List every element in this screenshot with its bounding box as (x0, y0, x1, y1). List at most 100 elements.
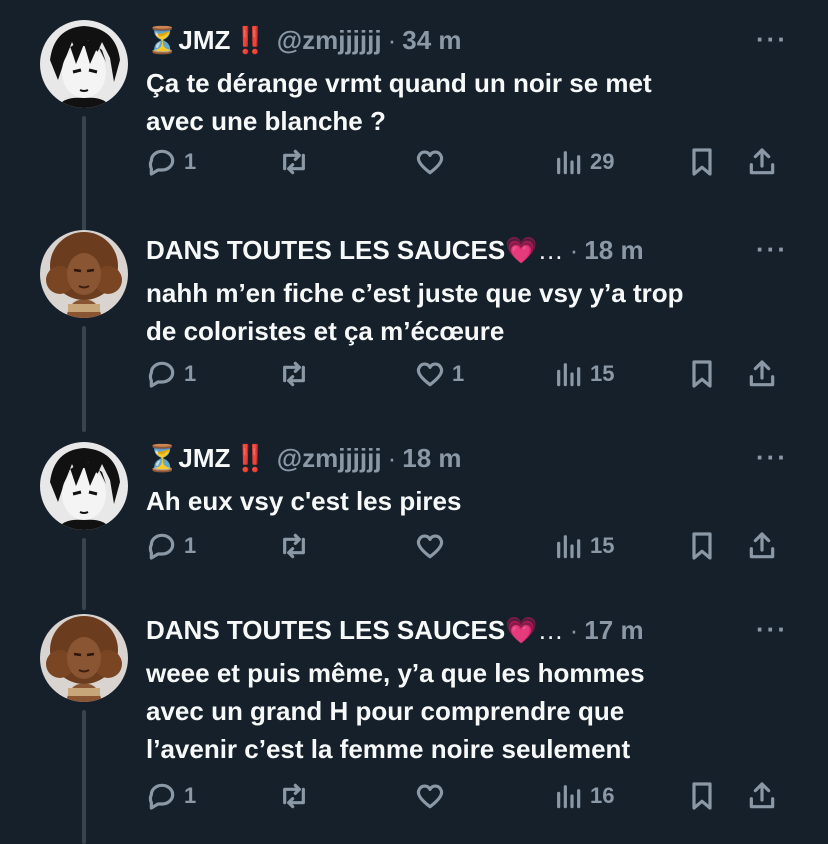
bookmark-icon (692, 532, 712, 560)
separator-dot: · (569, 614, 579, 645)
avatar[interactable] (40, 442, 128, 530)
retweet-icon (283, 783, 305, 809)
bookmark-icon (692, 782, 712, 810)
tweet[interactable]: DANS TOUTES LES SAUCES 💗… · 17 m ··· wee… (0, 610, 828, 844)
user-handle[interactable]: @zmjjjjjj (277, 443, 382, 474)
views-button[interactable]: 15 (552, 526, 614, 566)
reply-count: 1 (184, 783, 197, 808)
display-name[interactable]: DANS TOUTES LES SAUCES (146, 235, 505, 266)
retweet-icon (283, 533, 305, 559)
view-count: 29 (590, 149, 615, 174)
display-name[interactable]: JMZ (178, 25, 230, 56)
view-count: 15 (590, 533, 615, 558)
retweet-icon (283, 149, 305, 175)
bookmark-button[interactable] (686, 776, 718, 816)
retweet-button[interactable] (278, 354, 316, 394)
more-options-icon[interactable]: ··· (756, 442, 788, 473)
double-exclamation-icon: ‼️ (234, 442, 267, 473)
reply-button[interactable]: 1 (146, 354, 196, 394)
share-icon (749, 532, 775, 559)
views-button[interactable]: 16 (552, 776, 614, 816)
action-bar: 1 15 (146, 526, 786, 566)
share-button[interactable] (746, 526, 778, 566)
views-icon (557, 363, 581, 387)
share-icon (749, 782, 775, 809)
like-button[interactable] (414, 776, 452, 816)
more-options-icon[interactable]: ··· (756, 234, 788, 265)
like-count: 1 (452, 361, 465, 386)
bookmark-button[interactable] (686, 526, 718, 566)
action-bar: 1 1 15 (146, 354, 786, 394)
avatar[interactable] (40, 230, 128, 318)
timestamp[interactable]: 18 m (584, 235, 643, 266)
timestamp[interactable]: 34 m (402, 25, 461, 56)
share-icon (749, 148, 775, 175)
reply-count: 1 (184, 149, 197, 174)
hourglass-icon: ⏳ (146, 442, 179, 473)
tweet-text: nahh m’en fiche c’est juste que vsy y’a … (146, 278, 684, 346)
avatar[interactable] (40, 614, 128, 702)
tweet-header: ⏳ JMZ ‼️ @zmjjjjjj · 18 m (146, 438, 738, 478)
reply-button[interactable]: 1 (146, 142, 196, 182)
like-button[interactable] (414, 142, 452, 182)
tweet-text: Ah eux vsy c'est les pires (146, 486, 462, 516)
manga-boy-avatar (40, 20, 128, 108)
share-button[interactable] (746, 776, 778, 816)
views-button[interactable]: 15 (552, 354, 614, 394)
views-icon (557, 535, 581, 559)
reply-count: 1 (184, 361, 197, 386)
curly-girl-avatar (40, 230, 128, 318)
display-name[interactable]: DANS TOUTES LES SAUCES (146, 615, 505, 646)
avatar[interactable] (40, 20, 128, 108)
more-options-icon[interactable]: ··· (756, 614, 788, 645)
views-icon (557, 785, 581, 809)
heart-icon (416, 784, 444, 809)
retweet-icon (283, 361, 305, 387)
reply-button[interactable]: 1 (146, 526, 196, 566)
reply-icon (148, 149, 175, 176)
pink-heart-icon: 💗… (505, 234, 564, 265)
separator-dot: · (387, 442, 397, 473)
heart-icon (416, 534, 444, 559)
reply-icon (148, 783, 175, 810)
retweet-button[interactable] (278, 776, 316, 816)
bookmark-icon (692, 360, 712, 388)
manga-boy-avatar (40, 442, 128, 530)
tweet[interactable]: ⏳ JMZ ‼️ @zmjjjjjj · 18 m ··· Ah eux vsy… (0, 438, 828, 610)
retweet-button[interactable] (278, 142, 316, 182)
tweet-header: DANS TOUTES LES SAUCES 💗… · 18 m (146, 230, 738, 270)
bookmark-icon (692, 148, 712, 176)
thread-line (82, 538, 86, 610)
bookmark-button[interactable] (686, 354, 718, 394)
share-button[interactable] (746, 354, 778, 394)
reply-count: 1 (184, 533, 197, 558)
like-button[interactable]: 1 (414, 354, 464, 394)
views-button[interactable]: 29 (552, 142, 614, 182)
action-bar: 1 29 (146, 142, 786, 182)
reply-icon (148, 533, 175, 560)
tweet-text: Ça te dérange vrmt quand un noir se met … (146, 68, 652, 136)
reply-button[interactable]: 1 (146, 776, 196, 816)
timestamp[interactable]: 17 m (584, 615, 643, 646)
more-options-icon[interactable]: ··· (756, 24, 788, 55)
hourglass-icon: ⏳ (146, 24, 179, 55)
heart-icon (416, 362, 444, 387)
display-name[interactable]: JMZ (178, 443, 230, 474)
share-icon (749, 360, 775, 387)
bookmark-button[interactable] (686, 142, 718, 182)
thread-line (82, 326, 86, 432)
timestamp[interactable]: 18 m (402, 443, 461, 474)
like-button[interactable] (414, 526, 452, 566)
share-button[interactable] (746, 142, 778, 182)
action-bar: 1 16 (146, 776, 786, 816)
tweet-header: ⏳ JMZ ‼️ @zmjjjjjj · 34 m (146, 20, 738, 60)
view-count: 16 (590, 783, 615, 808)
tweet[interactable]: DANS TOUTES LES SAUCES 💗… · 18 m ··· nah… (0, 230, 828, 432)
separator-dot: · (387, 24, 397, 55)
user-handle[interactable]: @zmjjjjjj (277, 25, 382, 56)
separator-dot: · (569, 234, 579, 265)
retweet-button[interactable] (278, 526, 316, 566)
thread-line (82, 116, 86, 232)
views-icon (557, 151, 581, 175)
tweet[interactable]: ⏳ JMZ ‼️ @zmjjjjjj · 34 m ··· Ça te déra… (0, 20, 828, 232)
